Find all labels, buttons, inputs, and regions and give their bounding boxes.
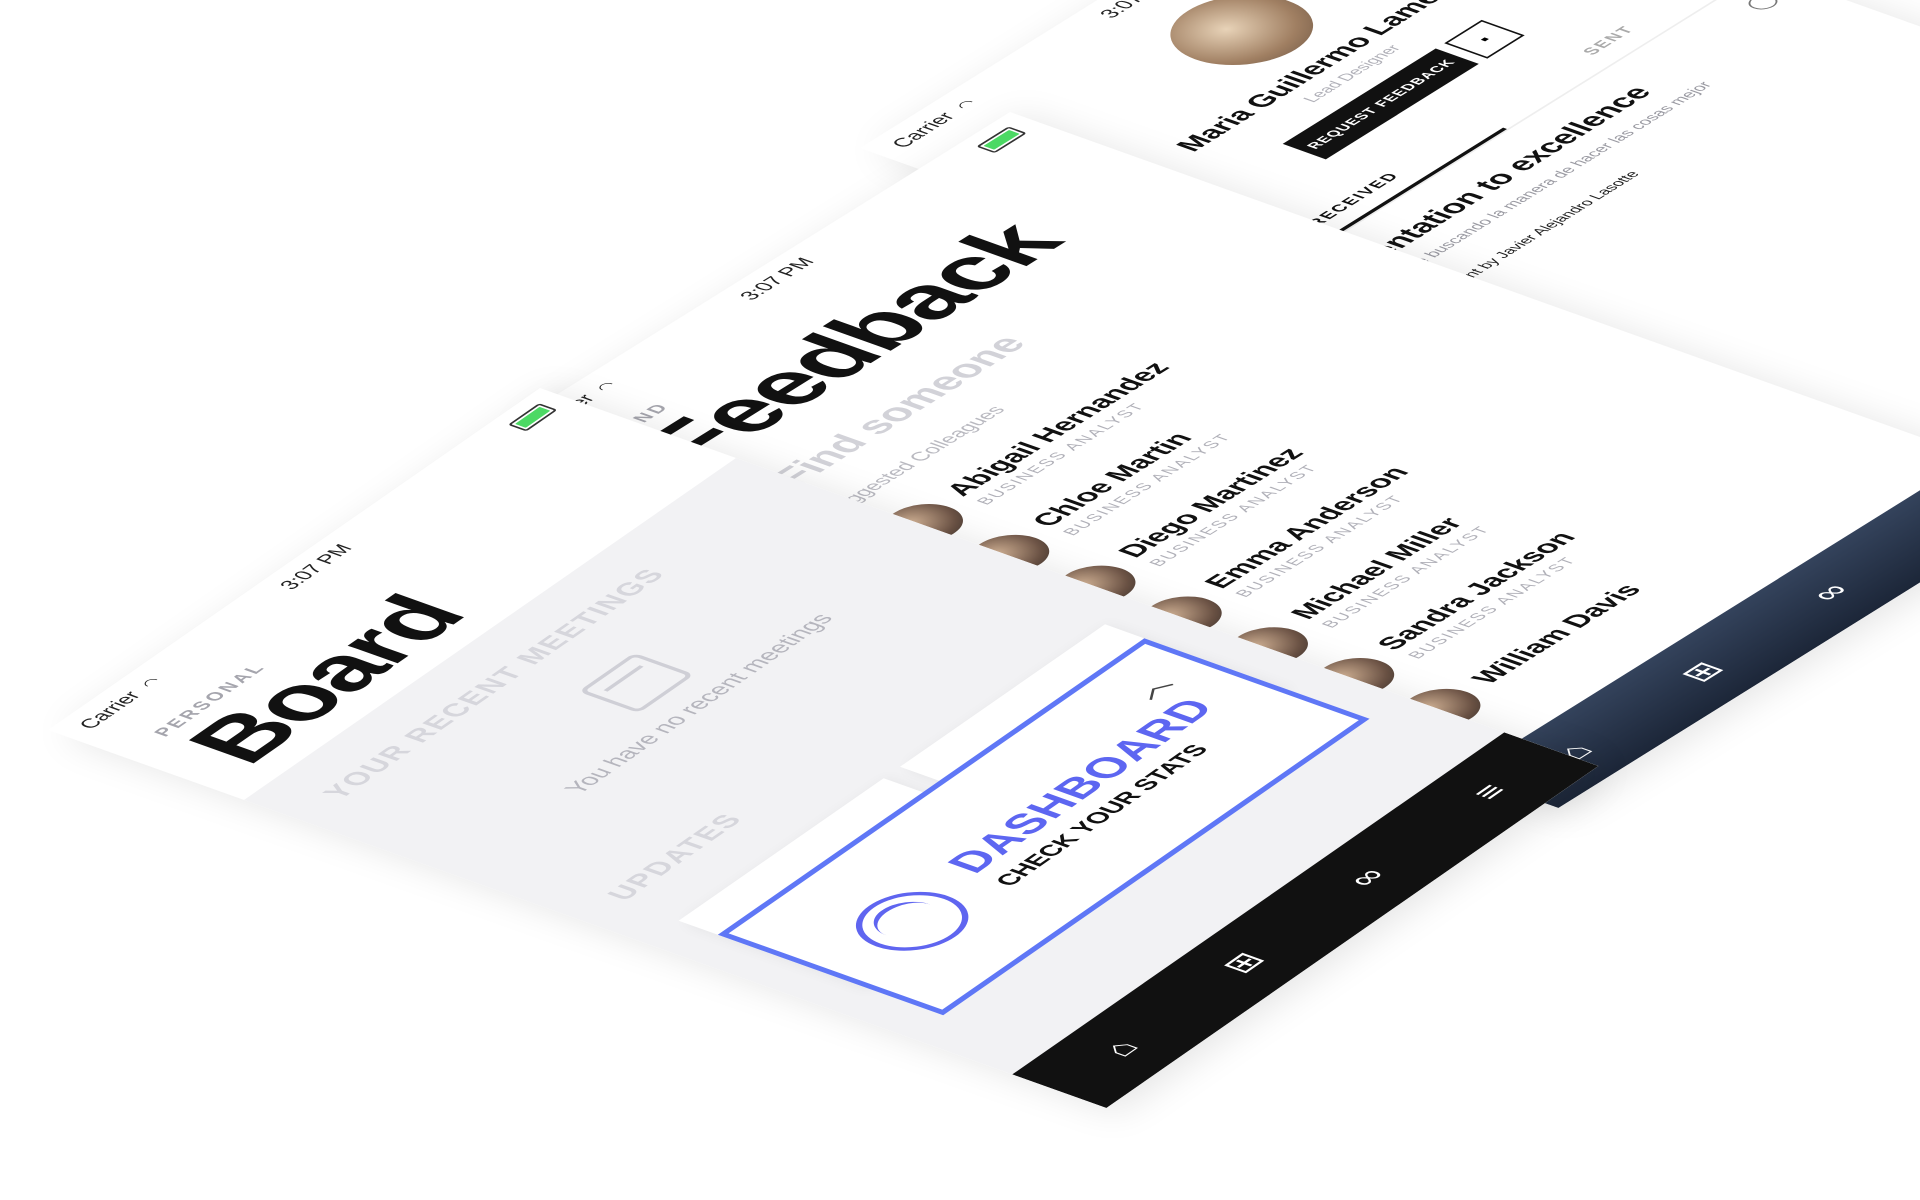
gauge-icon [832,880,992,962]
people-icon[interactable]: ∞ [1313,850,1421,905]
mockup-stage: Carrier ◠ 3:07 PM ‹ ⚙ Maria Guillermo La… [0,0,1920,1200]
home-icon[interactable]: ⌂ [1067,1021,1175,1076]
people-icon[interactable]: ∞ [1775,566,1885,619]
add-feedback-icon[interactable]: ⊞ [1648,646,1758,699]
menu-icon[interactable]: ≡ [1903,487,1920,540]
add-feedback-icon[interactable]: ⊞ [1190,935,1298,990]
menu-icon[interactable]: ≡ [1436,764,1544,819]
feedback-card-sender: Sent by Javier Alejandro Lasotte [1406,23,1881,312]
more-options-button[interactable]: ▪ [1444,19,1525,59]
